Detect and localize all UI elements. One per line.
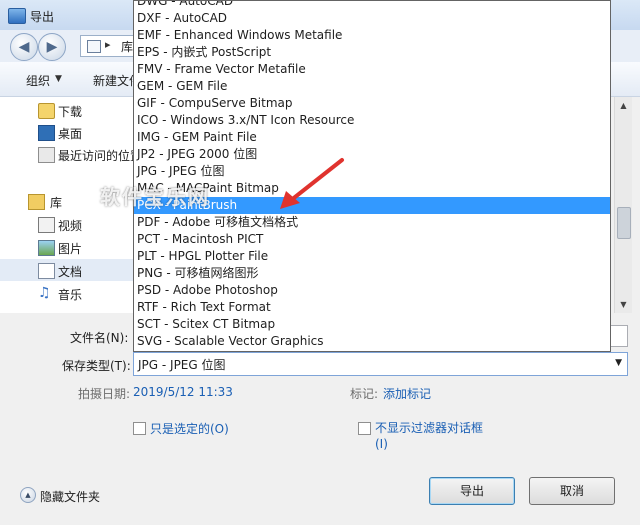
sidebar-item-downloads[interactable]: 下载 (0, 99, 134, 121)
chevron-up-icon[interactable]: ▲ (20, 487, 36, 503)
dropdown-option[interactable]: ICO - Windows 3.x/NT Icon Resource (134, 112, 610, 129)
recent-places-icon (38, 147, 55, 163)
cancel-button[interactable]: 取消 (529, 477, 615, 505)
scroll-down-icon[interactable]: ▼ (615, 296, 632, 313)
dropdown-option[interactable]: GEM - GEM File (134, 78, 610, 95)
date-taken-label: 拍摄日期: (78, 387, 131, 401)
dropdown-option[interactable]: PDF - Adobe 可移植文档格式 (134, 214, 610, 231)
dropdown-option[interactable]: DXF - AutoCAD (134, 10, 610, 27)
library-icon (28, 194, 45, 210)
scroll-up-icon[interactable]: ▲ (615, 97, 632, 114)
desktop-icon (38, 125, 55, 141)
dropdown-option[interactable]: IMG - GEM Paint File (134, 129, 610, 146)
dropdown-option[interactable]: SVG - Scalable Vector Graphics (134, 333, 610, 350)
sidebar-item-label: 最近访问的位置 (58, 149, 143, 163)
filename-label: 文件名(N): (70, 331, 129, 345)
dropdown-option[interactable]: GIF - CompuServe Bitmap (134, 95, 610, 112)
chevron-down-icon[interactable]: ▼ (615, 358, 622, 368)
dropdown-option[interactable]: RTF - Rich Text Format (134, 299, 610, 316)
back-button[interactable]: ◀ (10, 33, 38, 61)
sidebar-item-label: 桌面 (58, 127, 83, 141)
scrollbar-thumb[interactable] (617, 207, 631, 239)
dropdown-option[interactable]: JP2 - JPEG 2000 位图 (134, 146, 610, 163)
sidebar-item-documents[interactable]: 文档 (0, 259, 134, 281)
sidebar-item-label: 库 (50, 196, 63, 210)
no-filter-dialog-label[interactable]: 不显示过滤器对话框 (I) (375, 420, 483, 452)
sidebar-item-videos[interactable]: 视频 (0, 213, 134, 235)
forward-button[interactable]: ▶ (38, 33, 66, 61)
organize-button[interactable]: 组织 (26, 72, 50, 89)
annotation-arrow-shaft (288, 158, 344, 203)
dropdown-option[interactable]: PNG - 可移植网络图形 (134, 265, 610, 282)
location-icon (87, 40, 101, 53)
dropdown-option[interactable]: JPG - JPEG 位图 (134, 163, 610, 180)
download-folder-icon (38, 103, 55, 119)
only-selected-checkbox[interactable] (133, 422, 146, 435)
dropdown-option[interactable]: EPS - 内嵌式 PostScript (134, 44, 610, 61)
video-library-icon (38, 217, 55, 233)
sidebar-item-label: 音乐 (58, 288, 83, 302)
breadcrumb-separator-icon[interactable]: ▸ (105, 38, 111, 51)
annotation-arrow-icon (280, 158, 344, 209)
only-selected-label[interactable]: 只是选定的(O) (150, 420, 229, 437)
sidebar-item-label: 下载 (58, 105, 83, 119)
hide-folders-button[interactable]: 隐藏文件夹 (40, 488, 100, 505)
dropdown-option[interactable]: EMF - Enhanced Windows Metafile (134, 27, 610, 44)
no-filter-dialog-checkbox[interactable] (358, 422, 371, 435)
sidebar-item-music[interactable]: ♫ 音乐 (0, 282, 134, 304)
forward-arrow-icon: ▶ (46, 39, 58, 55)
picture-library-icon (38, 240, 55, 256)
watermark-text: 软件宝乐网 (100, 185, 210, 209)
sidebar-item-desktop[interactable]: 桌面 (0, 121, 134, 143)
date-taken-value[interactable]: 2019/5/12 11:33 (133, 385, 233, 399)
save-type-dropdown-list[interactable]: DWG - AutoCAD DXF - AutoCAD EMF - Enhanced… (133, 0, 611, 352)
sidebar-item-pictures[interactable]: 图片 (0, 236, 134, 258)
breadcrumb-library[interactable]: 库 (121, 38, 133, 55)
back-arrow-icon: ◀ (18, 39, 30, 55)
export-button[interactable]: 导出 (429, 477, 515, 505)
dropdown-option[interactable]: DWG - AutoCAD (134, 1, 610, 10)
add-tag-link[interactable]: 添加标记 (383, 385, 431, 402)
dropdown-option[interactable]: PSD - Adobe Photoshop (134, 282, 610, 299)
app-icon (8, 8, 26, 24)
sidebar-item-label: 文档 (58, 265, 83, 279)
dropdown-option[interactable]: SCT - Scitex CT Bitmap (134, 316, 610, 333)
dropdown-option[interactable]: PCT - Macintosh PICT (134, 231, 610, 248)
dropdown-option[interactable]: PLT - HPGL Plotter File (134, 248, 610, 265)
save-type-label: 保存类型(T): (62, 359, 131, 373)
sidebar-item-recent-places[interactable]: 最近访问的位置 (0, 143, 142, 165)
sidebar-item-label: 图片 (58, 242, 83, 256)
file-list-scrollbar[interactable]: ▲ ▼ (614, 97, 632, 313)
dropdown-option[interactable]: FMV - Frame Vector Metafile (134, 61, 610, 78)
document-library-icon (38, 263, 55, 279)
save-type-select[interactable]: JPG - JPEG 位图 ▼ (133, 352, 628, 376)
sidebar-item-label: 视频 (58, 219, 83, 233)
no-filter-dialog-text: 不显示过滤器对话框 (375, 421, 484, 435)
window-title: 导出 (30, 10, 55, 24)
chevron-down-icon[interactable]: ▼ (55, 74, 62, 84)
music-library-icon: ♫ (38, 285, 51, 301)
save-type-value: JPG - JPEG 位图 (138, 358, 226, 372)
no-filter-dialog-shortcut: (I) (375, 437, 388, 451)
tags-label: 标记: (350, 387, 379, 401)
